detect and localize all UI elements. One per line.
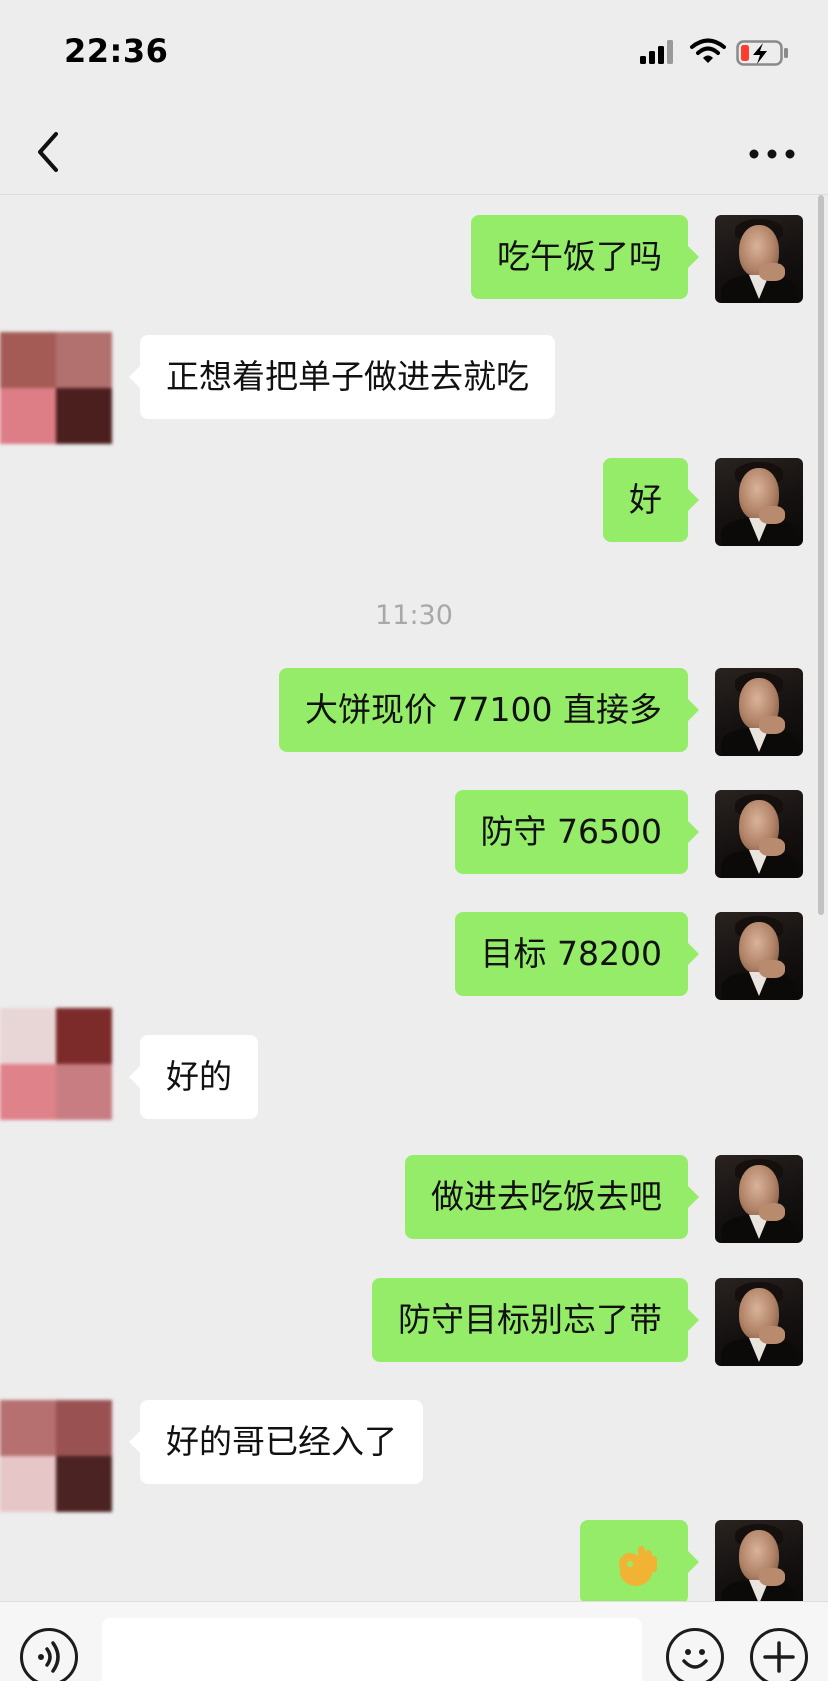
- voice-icon: [38, 1641, 60, 1673]
- chevron-left-icon: [38, 132, 58, 172]
- signal-icon: [640, 40, 673, 64]
- status-time: 22:36: [64, 32, 169, 70]
- message-bubble-received[interactable]: 好的: [129, 1035, 258, 1119]
- status-bar: 22:36: [0, 0, 828, 110]
- message-bubble-sent[interactable]: [580, 1520, 699, 1601]
- nav-bar: [0, 110, 828, 195]
- my-avatar[interactable]: [715, 1520, 803, 1601]
- message-bubble-sent[interactable]: 目标 78200: [454, 912, 700, 996]
- battery-charging-icon: [736, 40, 788, 66]
- chat-screen: 22:36 吃午饭了吗 正想着把单子做进去就吃 好 11:30 大饼现价 771…: [0, 0, 828, 1681]
- message-bubble-received[interactable]: 正想着把单子做进去就吃: [129, 335, 555, 419]
- ok-hand-emoji-icon: [619, 1545, 657, 1586]
- message-bubble-received[interactable]: 好的哥已经入了: [129, 1400, 423, 1484]
- contact-avatar[interactable]: [0, 332, 112, 444]
- message-input[interactable]: [102, 1618, 642, 1681]
- more-button[interactable]: [744, 134, 800, 174]
- input-bar: [0, 1601, 828, 1681]
- more-dots-icon: [749, 149, 795, 159]
- contact-avatar[interactable]: [0, 1008, 112, 1120]
- my-avatar[interactable]: [715, 1278, 803, 1366]
- contact-avatar[interactable]: [0, 1400, 112, 1512]
- back-button[interactable]: [28, 128, 72, 176]
- my-avatar[interactable]: [715, 215, 803, 303]
- message-bubble-sent[interactable]: 好: [603, 458, 699, 542]
- my-avatar[interactable]: [715, 458, 803, 546]
- my-avatar[interactable]: [715, 1155, 803, 1243]
- scrollbar[interactable]: [818, 195, 824, 915]
- message-bubble-sent[interactable]: 吃午饭了吗: [471, 215, 699, 299]
- voice-button[interactable]: [20, 1628, 78, 1681]
- message-bubble-sent[interactable]: 防守 76500: [454, 790, 700, 874]
- message-bubble-sent[interactable]: 大饼现价 77100 直接多: [279, 668, 699, 752]
- plus-button[interactable]: [750, 1628, 808, 1681]
- message-bubble-sent[interactable]: 防守目标别忘了带: [372, 1278, 699, 1362]
- my-avatar[interactable]: [715, 790, 803, 878]
- my-avatar[interactable]: [715, 912, 803, 1000]
- wifi-icon: [690, 38, 726, 63]
- emoji-button[interactable]: [666, 1628, 724, 1681]
- my-avatar[interactable]: [715, 668, 803, 756]
- emoji-icon: [682, 1649, 708, 1669]
- message-list[interactable]: 吃午饭了吗 正想着把单子做进去就吃 好 11:30 大饼现价 77100 直接多…: [0, 195, 828, 1601]
- message-bubble-sent[interactable]: 做进去吃饭去吧: [405, 1155, 699, 1239]
- plus-icon: [763, 1641, 795, 1673]
- timestamp-divider: 11:30: [375, 600, 453, 631]
